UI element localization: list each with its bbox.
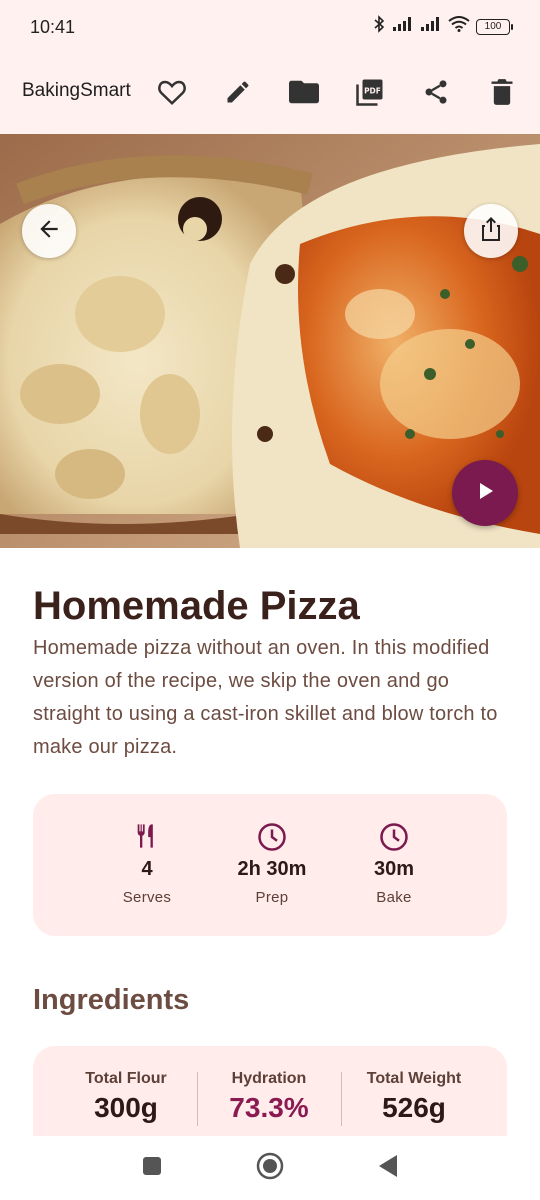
status-time: 10:41 bbox=[30, 17, 76, 37]
stat-value: 30m bbox=[373, 858, 415, 880]
recipe-hero-image bbox=[0, 134, 540, 548]
stat-value: 2h 30m bbox=[237, 858, 307, 880]
signal-icon-2 bbox=[420, 16, 442, 37]
recipe-stats-card: 4 Serves 2h 30m Prep 30m Bake bbox=[33, 794, 507, 936]
app-actions: PDF bbox=[150, 72, 524, 116]
total-value: 300g bbox=[94, 1092, 158, 1123]
delete-button[interactable] bbox=[480, 72, 524, 116]
battery-icon: 100 bbox=[476, 18, 513, 35]
total-flour: Total Flour 300g bbox=[51, 1070, 201, 1124]
status-icons: 100 bbox=[372, 15, 513, 38]
recents-button[interactable] bbox=[134, 1150, 170, 1186]
edit-button[interactable] bbox=[216, 72, 260, 116]
signal-icon bbox=[392, 16, 414, 37]
square-icon bbox=[142, 1156, 162, 1181]
app-title: BakingSmart bbox=[22, 80, 131, 101]
total-label: Hydration bbox=[231, 1070, 307, 1087]
home-circle-icon bbox=[256, 1152, 284, 1185]
folder-icon bbox=[289, 79, 319, 110]
favorite-button[interactable] bbox=[150, 72, 194, 116]
utensils-icon bbox=[87, 822, 207, 854]
export-button[interactable] bbox=[464, 204, 518, 258]
back-button[interactable] bbox=[22, 204, 76, 258]
stat-label: Serves bbox=[122, 889, 172, 906]
ingredients-heading: Ingredients bbox=[33, 984, 190, 1016]
app-bar: BakingSmart PDF bbox=[0, 56, 540, 134]
arrow-left-icon bbox=[36, 216, 62, 247]
heart-icon bbox=[157, 78, 187, 111]
upload-share-icon bbox=[479, 216, 503, 247]
total-value: 73.3% bbox=[229, 1092, 309, 1123]
total-label: Total Weight bbox=[366, 1070, 462, 1087]
triangle-back-icon bbox=[377, 1154, 399, 1183]
hydration: Hydration 73.3% bbox=[194, 1070, 344, 1124]
back-nav-button[interactable] bbox=[370, 1150, 406, 1186]
play-icon bbox=[474, 480, 496, 507]
total-weight: Total Weight 526g bbox=[339, 1070, 489, 1124]
total-label: Total Flour bbox=[85, 1070, 167, 1087]
share-button[interactable] bbox=[414, 72, 458, 116]
stat-value: 4 bbox=[141, 858, 153, 880]
folder-button[interactable] bbox=[282, 72, 326, 116]
stat-prep: 2h 30m Prep bbox=[212, 822, 332, 906]
pencil-icon bbox=[224, 78, 252, 111]
stat-label: Bake bbox=[376, 889, 412, 906]
ingredient-totals-card: Total Flour 300g Hydration 73.3% Total W… bbox=[33, 1046, 507, 1136]
status-bar: 10:41 100 bbox=[0, 0, 540, 56]
clock-icon bbox=[334, 822, 454, 854]
home-button[interactable] bbox=[252, 1150, 288, 1186]
share-icon bbox=[422, 78, 450, 111]
trash-icon bbox=[490, 78, 514, 111]
total-value: 526g bbox=[382, 1092, 446, 1123]
stat-label: Prep bbox=[255, 889, 289, 906]
svg-text:PDF: PDF bbox=[364, 86, 381, 95]
stat-bake: 30m Bake bbox=[334, 822, 454, 906]
clock-icon bbox=[212, 822, 332, 854]
bluetooth-icon bbox=[372, 15, 386, 38]
play-video-button[interactable] bbox=[452, 460, 518, 526]
wifi-icon bbox=[448, 16, 470, 37]
recipe-title: Homemade Pizza bbox=[33, 584, 360, 628]
recipe-description: Homemade pizza without an oven. In this … bbox=[33, 637, 498, 758]
system-nav-bar bbox=[0, 1136, 540, 1200]
stat-serves: 4 Serves bbox=[87, 822, 207, 906]
pdf-button[interactable]: PDF bbox=[348, 72, 392, 116]
pdf-icon: PDF bbox=[355, 77, 385, 112]
